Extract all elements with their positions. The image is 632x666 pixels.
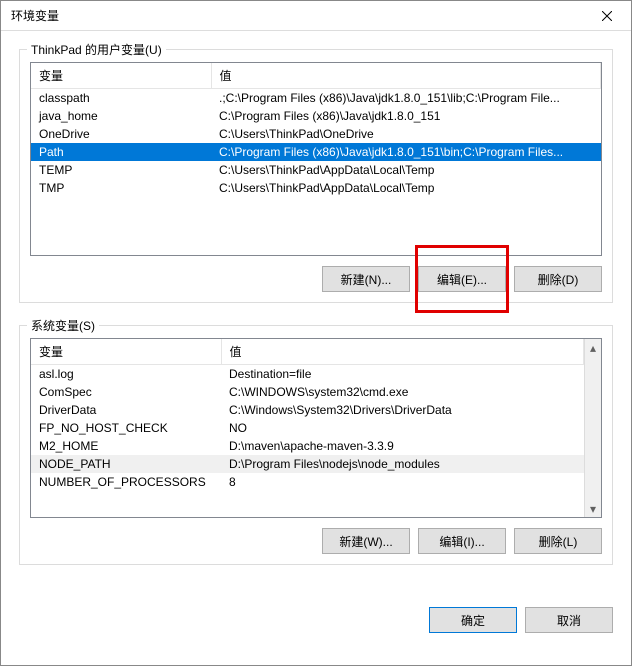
table-row[interactable]: M2_HOMED:\maven\apache-maven-3.3.9 xyxy=(31,437,584,455)
table-row[interactable]: NUMBER_OF_PROCESSORS8 xyxy=(31,473,584,491)
table-row[interactable]: PathC:\Program Files (x86)\Java\jdk1.8.0… xyxy=(31,143,601,161)
cell-name: NODE_PATH xyxy=(31,455,221,473)
system-vars-button-row: 新建(W)... 编辑(I)... 删除(L) xyxy=(30,528,602,554)
dialog-button-row: 确定 取消 xyxy=(1,597,631,647)
close-button[interactable] xyxy=(584,1,629,30)
cell-name: OneDrive xyxy=(31,125,211,143)
column-header-value[interactable]: 值 xyxy=(211,63,601,89)
table-row[interactable]: TEMPC:\Users\ThinkPad\AppData\Local\Temp xyxy=(31,161,601,179)
delete-button[interactable]: 删除(D) xyxy=(514,266,602,292)
table-row[interactable]: FP_NO_HOST_CHECKNO xyxy=(31,419,584,437)
titlebar: 环境变量 xyxy=(1,1,631,31)
scroll-down-icon[interactable]: ▾ xyxy=(585,500,601,517)
cell-value: C:\Users\ThinkPad\OneDrive xyxy=(211,125,601,143)
cell-name: M2_HOME xyxy=(31,437,221,455)
cell-value: C:\Users\ThinkPad\AppData\Local\Temp xyxy=(211,179,601,197)
cell-name: Path xyxy=(31,143,211,161)
cell-name: ComSpec xyxy=(31,383,221,401)
cell-value: 8 xyxy=(221,473,584,491)
cell-name: classpath xyxy=(31,89,211,108)
table-row[interactable]: java_homeC:\Program Files (x86)\Java\jdk… xyxy=(31,107,601,125)
cell-value: D:\Program Files\nodejs\node_modules xyxy=(221,455,584,473)
cell-value: C:\WINDOWS\system32\cmd.exe xyxy=(221,383,584,401)
edit-button[interactable]: 编辑(E)... xyxy=(418,266,506,292)
close-icon xyxy=(602,11,612,21)
ok-button[interactable]: 确定 xyxy=(429,607,517,633)
table-row[interactable]: classpath.;C:\Program Files (x86)\Java\j… xyxy=(31,89,601,108)
delete-button[interactable]: 删除(L) xyxy=(514,528,602,554)
cell-name: NUMBER_OF_PROCESSORS xyxy=(31,473,221,491)
window-title: 环境变量 xyxy=(11,7,584,24)
edit-button[interactable]: 编辑(I)... xyxy=(418,528,506,554)
column-header-name[interactable]: 变量 xyxy=(31,63,211,89)
cancel-button[interactable]: 取消 xyxy=(525,607,613,633)
user-variables-table[interactable]: 变量 值 classpath.;C:\Program Files (x86)\J… xyxy=(30,62,602,256)
user-variables-group: ThinkPad 的用户变量(U) 变量 值 classpath.;C:\Pro… xyxy=(19,49,613,303)
table-row[interactable]: OneDriveC:\Users\ThinkPad\OneDrive xyxy=(31,125,601,143)
cell-value: C:\Program Files (x86)\Java\jdk1.8.0_151 xyxy=(211,107,601,125)
scrollbar[interactable]: ▴ ▾ xyxy=(584,339,601,517)
cell-name: TMP xyxy=(31,179,211,197)
dialog-content: ThinkPad 的用户变量(U) 变量 值 classpath.;C:\Pro… xyxy=(1,31,631,597)
cell-value: NO xyxy=(221,419,584,437)
new-button[interactable]: 新建(N)... xyxy=(322,266,410,292)
table-row[interactable]: TMPC:\Users\ThinkPad\AppData\Local\Temp xyxy=(31,179,601,197)
column-header-value[interactable]: 值 xyxy=(221,339,584,365)
table-header-row[interactable]: 变量 值 xyxy=(31,339,584,365)
cell-name: java_home xyxy=(31,107,211,125)
table-row[interactable]: NODE_PATHD:\Program Files\nodejs\node_mo… xyxy=(31,455,584,473)
cell-name: TEMP xyxy=(31,161,211,179)
cell-name: asl.log xyxy=(31,365,221,384)
column-header-name[interactable]: 变量 xyxy=(31,339,221,365)
cell-value: .;C:\Program Files (x86)\Java\jdk1.8.0_1… xyxy=(211,89,601,108)
user-vars-button-row: 新建(N)... 编辑(E)... 删除(D) xyxy=(30,266,602,292)
new-button[interactable]: 新建(W)... xyxy=(322,528,410,554)
cell-value: C:\Windows\System32\Drivers\DriverData xyxy=(221,401,584,419)
scroll-up-icon[interactable]: ▴ xyxy=(585,339,601,356)
cell-name: DriverData xyxy=(31,401,221,419)
cell-name: FP_NO_HOST_CHECK xyxy=(31,419,221,437)
cell-value: D:\maven\apache-maven-3.3.9 xyxy=(221,437,584,455)
cell-value: C:\Program Files (x86)\Java\jdk1.8.0_151… xyxy=(211,143,601,161)
table-row[interactable]: DriverDataC:\Windows\System32\Drivers\Dr… xyxy=(31,401,584,419)
system-variables-group: 系统变量(S) 变量 值 asl.logDestination=fileComS… xyxy=(19,325,613,565)
table-header-row[interactable]: 变量 值 xyxy=(31,63,601,89)
user-variables-legend: ThinkPad 的用户变量(U) xyxy=(27,41,166,58)
system-variables-table[interactable]: 变量 值 asl.logDestination=fileComSpecC:\WI… xyxy=(30,338,602,518)
cell-value: C:\Users\ThinkPad\AppData\Local\Temp xyxy=(211,161,601,179)
table-row[interactable]: asl.logDestination=file xyxy=(31,365,584,384)
table-row[interactable]: ComSpecC:\WINDOWS\system32\cmd.exe xyxy=(31,383,584,401)
system-variables-legend: 系统变量(S) xyxy=(27,317,99,334)
scrollbar-track[interactable] xyxy=(585,356,601,500)
cell-value: Destination=file xyxy=(221,365,584,384)
